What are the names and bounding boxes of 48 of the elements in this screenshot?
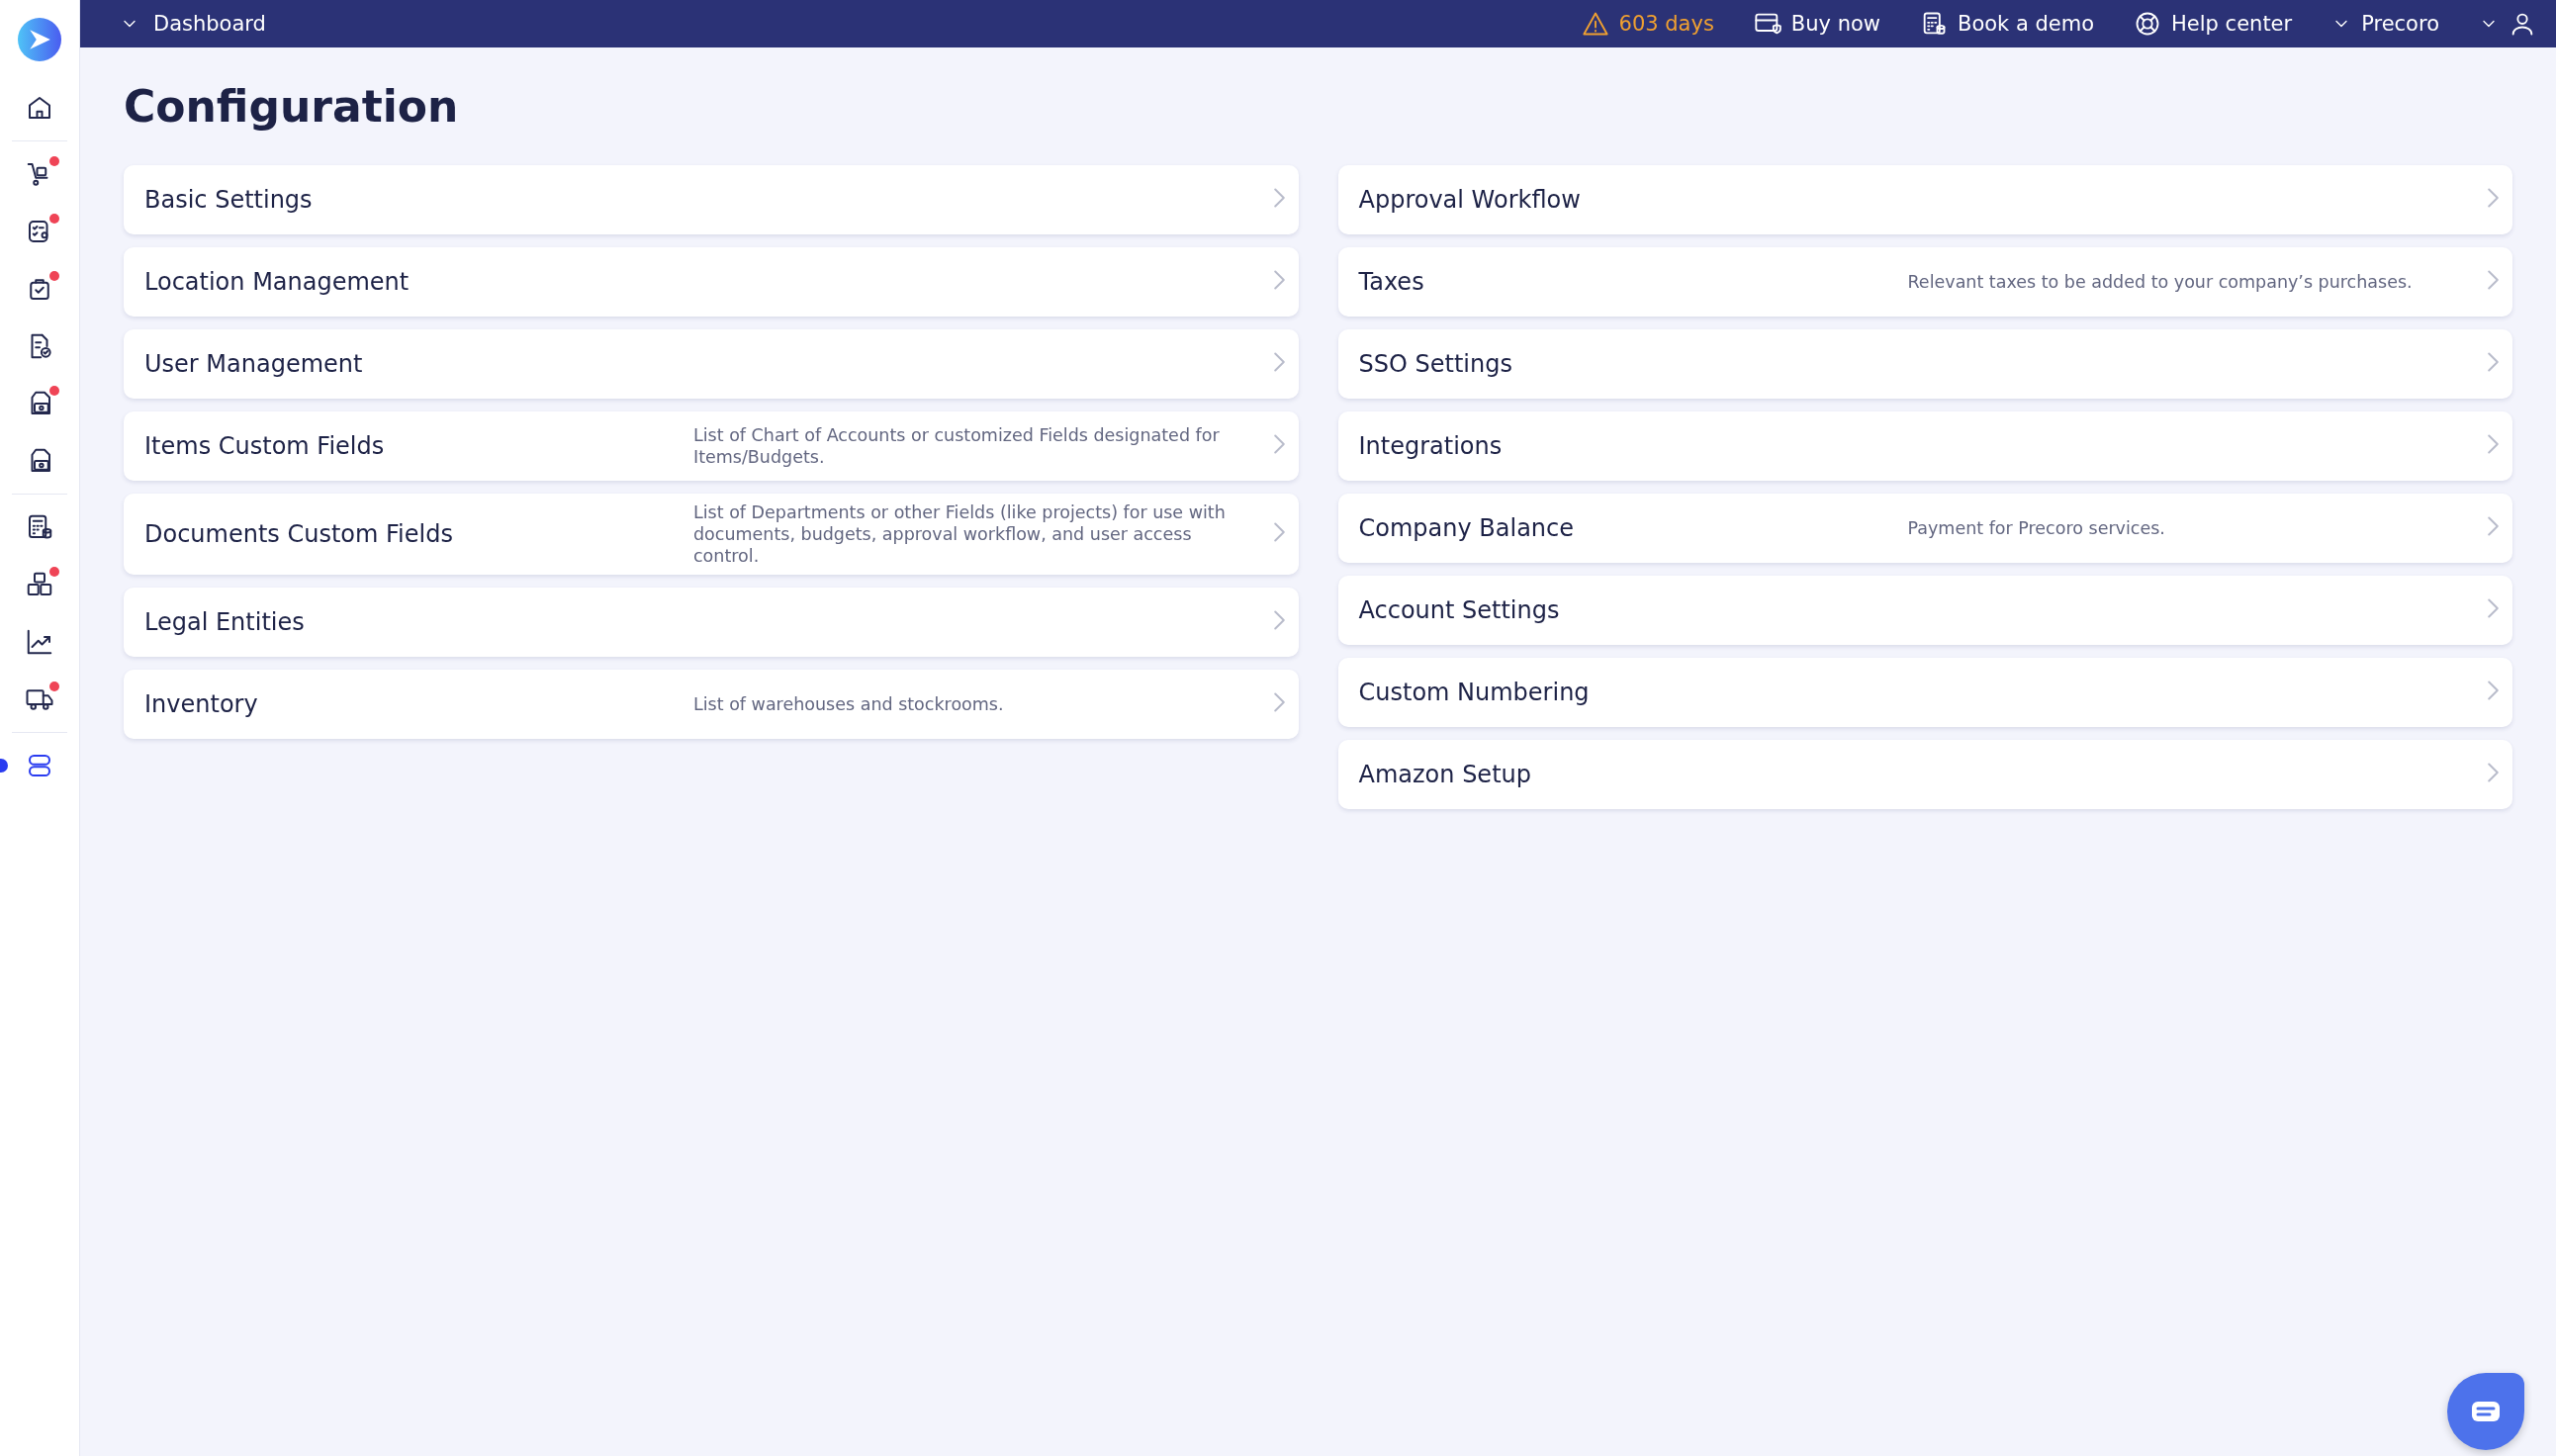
settings-card[interactable]: Custom Numbering bbox=[1337, 658, 2512, 727]
chevron-right-icon bbox=[2488, 598, 2499, 618]
page-title: Configuration bbox=[124, 81, 460, 132]
settings-card[interactable]: SSO Settings bbox=[1337, 329, 2512, 399]
chevron-right-icon bbox=[2488, 270, 2499, 290]
settings-card[interactable]: Amazon Setup bbox=[1337, 740, 2512, 809]
company-switcher[interactable]: Precoro bbox=[2331, 12, 2439, 36]
top-bar-link[interactable]: Buy now bbox=[1753, 10, 1880, 38]
warning-icon bbox=[1581, 10, 1609, 38]
settings-card[interactable]: Legal Entities bbox=[124, 588, 1299, 657]
active-indicator bbox=[0, 759, 8, 773]
top-bar-link[interactable]: Book a demo bbox=[1920, 10, 2095, 38]
settings-card[interactable]: Basic Settings bbox=[124, 165, 1299, 234]
logo-icon[interactable] bbox=[18, 18, 61, 61]
chevron-right-icon bbox=[1273, 188, 1285, 208]
chevron-right-icon bbox=[2488, 434, 2499, 454]
settings-card[interactable]: Inventory List of warehouses and stockrooms. bbox=[124, 670, 1299, 739]
chat-button[interactable] bbox=[2447, 1373, 2524, 1450]
settings-card[interactable]: User Management bbox=[124, 329, 1299, 399]
chevron-right-icon bbox=[2488, 763, 2499, 782]
chevron-right-icon bbox=[1273, 692, 1285, 712]
card-description: Relevant taxes to be added to your company’s purchases. bbox=[1907, 271, 2414, 294]
chevron-right-icon bbox=[2488, 516, 2499, 536]
settings-card[interactable]: Documents Custom Fields List of Departments or other Fields (like projects) for use with documents, budgets, approval workflow, and user access control. bbox=[124, 494, 1299, 575]
dashboard-menu[interactable]: Dashboard bbox=[120, 12, 266, 36]
chevron-right-icon bbox=[2488, 352, 2499, 372]
chevron-right-icon bbox=[1273, 434, 1285, 454]
settings-card[interactable]: Integrations bbox=[1337, 411, 2512, 481]
chevron-right-icon bbox=[1273, 270, 1285, 290]
line-chart-icon bbox=[25, 627, 54, 657]
settings-card[interactable]: Company Balance Payment for Precoro services. bbox=[1337, 494, 2512, 563]
settings-card[interactable]: Location Management bbox=[124, 247, 1299, 317]
chevron-right-icon bbox=[1273, 522, 1285, 542]
settings-card[interactable]: Taxes Relevant taxes to be added to your company’s purchases. bbox=[1337, 247, 2512, 317]
top-bar-link[interactable]: Help center bbox=[2134, 10, 2293, 38]
card-description: List of Departments or other Fields (like projects) for use with documents, budgets, approval workflow, and user access control. bbox=[693, 501, 1227, 568]
settings-card[interactable]: Approval Workflow bbox=[1337, 165, 2512, 234]
card-description: List of warehouses and stockrooms. bbox=[693, 693, 1005, 716]
card-description: List of Chart of Accounts or customized Fields designated for Items/Budgets. bbox=[693, 424, 1221, 469]
settings-card[interactable]: Items Custom Fields List of Chart of Accounts or customized Fields designated for Items/Budgets. bbox=[124, 411, 1299, 481]
chevron-right-icon bbox=[2488, 188, 2499, 208]
trial-days: 603 days bbox=[1581, 10, 1714, 38]
chevron-right-icon bbox=[2488, 681, 2499, 700]
settings-card[interactable]: Account Settings bbox=[1337, 576, 2512, 645]
card-description: Payment for Precoro services. bbox=[1907, 517, 2166, 540]
chevron-right-icon bbox=[1273, 352, 1285, 372]
chat-icon bbox=[2471, 1401, 2501, 1422]
chevron-right-icon bbox=[1273, 610, 1285, 630]
